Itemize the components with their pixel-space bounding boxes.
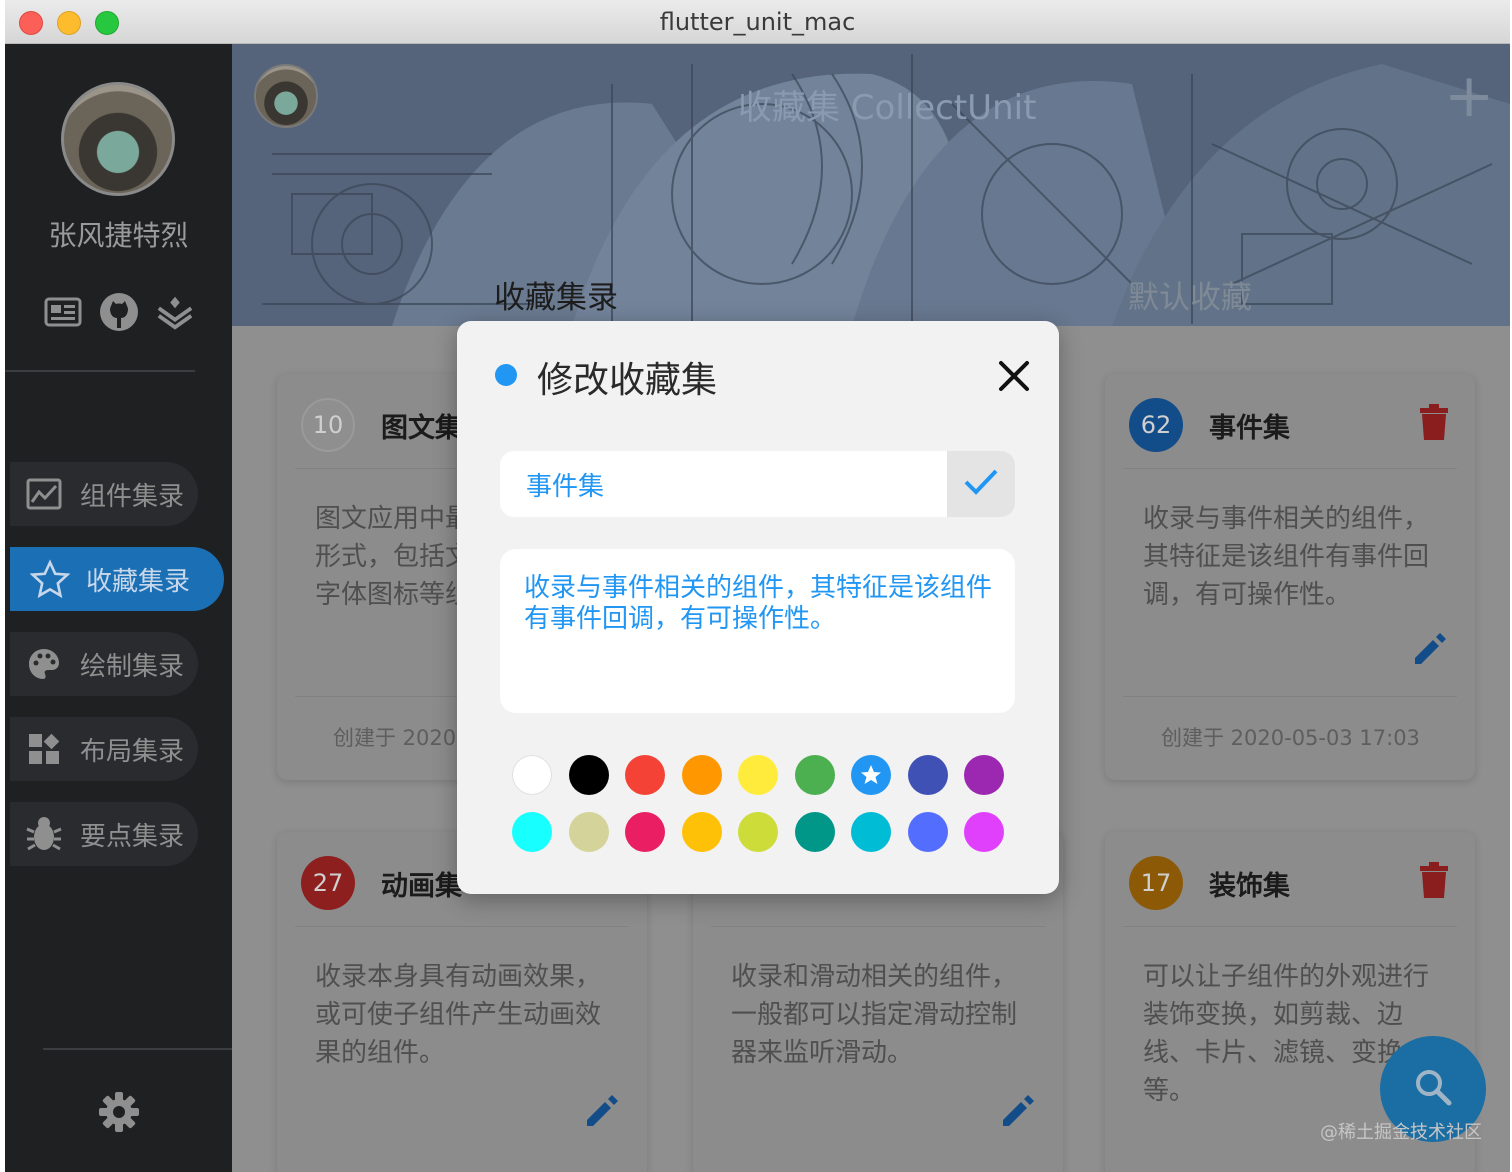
edit-icon[interactable]	[585, 1094, 619, 1128]
color-swatch[interactable]	[738, 812, 778, 852]
color-swatch[interactable]	[512, 812, 552, 852]
header-avatar[interactable]	[254, 64, 318, 128]
edit-icon[interactable]	[1001, 1094, 1035, 1128]
sidebar-item-widgets[interactable]: 组件集录	[10, 462, 198, 526]
description-field[interactable]: 收录与事件相关的组件，其特征是该组件有事件回调，有可操作性。	[500, 549, 1015, 713]
username: 张风捷特烈	[48, 219, 189, 252]
sidebar-item-points[interactable]: 要点集录	[10, 802, 198, 866]
bug-icon	[24, 814, 64, 854]
description-text: 收录与事件相关的组件，其特征是该组件有事件回调，有可操作性。	[524, 573, 993, 634]
sidebar-item-collections[interactable]: 收藏集录	[10, 547, 224, 611]
dashboard-icon	[24, 729, 64, 769]
color-swatch[interactable]	[681, 812, 722, 852]
chart-icon	[24, 474, 64, 514]
sidebar-top-icons	[43, 292, 195, 332]
color-swatch[interactable]	[907, 755, 948, 795]
sidebar-item-label: 绘制集录	[80, 651, 185, 682]
color-swatch[interactable]	[907, 812, 948, 852]
card-date: 创建于 2020-05-03 17:03	[1161, 726, 1420, 750]
count-badge: 27	[301, 856, 355, 910]
sidebar-item-paint[interactable]: 绘制集录	[10, 632, 198, 696]
edit-collection-dialog: 修改收藏集 收录与事件相关的组件，其特征是该组件有事件回调，有可操作性。	[457, 321, 1059, 894]
layers-icon[interactable]	[155, 292, 195, 332]
star-icon	[861, 765, 881, 784]
card-divider	[1123, 696, 1457, 697]
sidebar-divider	[43, 1048, 233, 1050]
window-title: flutter_unit_mac	[659, 8, 856, 36]
card-divider	[1123, 468, 1457, 469]
add-collection-button[interactable]: +	[1444, 66, 1494, 126]
color-swatch[interactable]	[794, 812, 835, 852]
color-swatch[interactable]	[568, 755, 609, 795]
trash-icon[interactable]	[1419, 862, 1449, 898]
trash-icon[interactable]	[1419, 404, 1449, 440]
gear-icon[interactable]	[97, 1090, 141, 1134]
tab-default[interactable]: 默认收藏	[1128, 272, 1252, 317]
color-swatch[interactable]	[625, 755, 665, 795]
header-banner: 收藏集 CollectUnit + 收藏集录 默认收藏	[232, 44, 1510, 326]
dialog-color-dot	[495, 364, 517, 386]
sidebar-divider	[5, 370, 195, 372]
name-field-container	[500, 451, 947, 517]
watermark: @稀土掘金技术社区	[1320, 1122, 1482, 1143]
color-swatch[interactable]	[964, 812, 1004, 852]
confirm-button[interactable]	[947, 451, 1015, 517]
dialog-title: 修改收藏集	[537, 360, 718, 401]
collection-card[interactable]: 62 事件集 收录与事件相关的组件，其特征是该组件有事件回调，有可操作性。 创建…	[1105, 374, 1475, 780]
card-title: 装饰集	[1209, 871, 1290, 902]
page-title: 收藏集 CollectUnit	[738, 88, 1037, 128]
edit-icon[interactable]	[1413, 632, 1447, 666]
color-swatch[interactable]	[851, 812, 891, 852]
card-title: 图文集	[381, 413, 462, 444]
close-icon[interactable]	[997, 359, 1031, 393]
check-icon	[963, 467, 999, 501]
card-icon[interactable]	[43, 292, 83, 332]
sidebar-item-label: 布局集录	[80, 736, 185, 767]
title-bar: flutter_unit_mac	[5, 0, 1510, 44]
color-swatch[interactable]	[794, 755, 835, 795]
avatar[interactable]	[61, 82, 175, 196]
color-swatch[interactable]	[681, 755, 722, 795]
card-divider	[711, 926, 1045, 927]
card-date: 创建于 2020	[333, 726, 457, 750]
color-swatch[interactable]	[851, 755, 891, 795]
card-description: 收录和滑动相关的组件，一般都可以指定滑动控制器来监听滑动。	[731, 962, 1018, 1068]
card-description: 收录与事件相关的组件，其特征是该组件有事件回调，有可操作性。	[1143, 504, 1430, 610]
name-input[interactable]	[526, 451, 926, 517]
color-swatch[interactable]	[568, 812, 609, 852]
sidebar: 张风捷特烈 组件集录 收藏集录 绘制集录 布局集录 要点集录	[5, 44, 233, 1172]
tab-collections[interactable]: 收藏集录	[494, 272, 618, 317]
sidebar-item-label: 收藏集录	[86, 566, 191, 597]
card-description: 收录本身具有动画效果，或可使子组件产生动画效果的组件。	[315, 962, 602, 1068]
card-title: 动画集	[381, 871, 462, 902]
count-badge: 17	[1129, 856, 1183, 910]
search-icon	[1413, 1067, 1453, 1111]
card-title: 事件集	[1209, 413, 1290, 444]
count-badge: 62	[1129, 398, 1183, 452]
sidebar-item-label: 要点集录	[80, 821, 185, 852]
count-badge: 10	[301, 398, 355, 452]
color-swatch[interactable]	[512, 755, 552, 795]
star-icon	[30, 559, 70, 599]
color-swatch[interactable]	[625, 812, 665, 852]
palette-icon	[24, 644, 64, 684]
sidebar-item-layout[interactable]: 布局集录	[10, 717, 198, 781]
sidebar-item-label: 组件集录	[80, 481, 185, 512]
color-swatch[interactable]	[738, 755, 778, 795]
color-swatch[interactable]	[964, 755, 1004, 795]
card-divider	[295, 926, 629, 927]
card-divider	[1123, 926, 1457, 927]
github-icon[interactable]	[99, 292, 139, 332]
